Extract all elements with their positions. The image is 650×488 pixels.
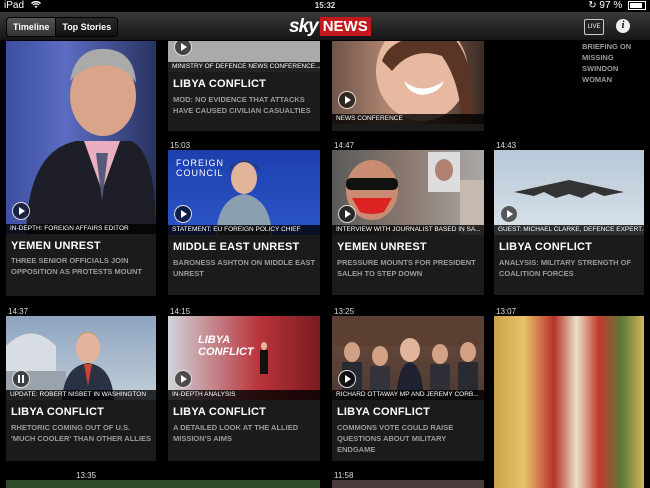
tab-timeline[interactable]: Timeline — [7, 18, 56, 36]
story-headline: YEMEN UNREST — [11, 240, 101, 252]
story-time: 15:03 — [170, 141, 191, 150]
timeline-grid: IN-DEPTH: FOREIGN AFFAIRS EDITOR YEMEN U… — [0, 41, 650, 488]
parliament-image — [332, 316, 484, 400]
view-segmented-control: Timeline Top Stories — [6, 17, 119, 37]
orientation-lock-icon: ↻ — [588, 0, 597, 11]
story-card[interactable]: UPDATE: ROBERT NISBET IN WASHINGTON LIBY… — [6, 316, 156, 461]
stealth-bomber-image — [514, 180, 624, 198]
battery-icon — [628, 0, 646, 10]
story-description: MOD: NO EVIDENCE THAT ATTACKS HAVE CAUSE… — [173, 95, 311, 115]
play-icon[interactable] — [174, 41, 192, 56]
story-description: ANALYSIS: MILITARY STRENGTH OF COALITION… — [499, 258, 632, 278]
status-bar: iPad 15:32 ↻ 97 % — [0, 0, 650, 12]
story-thumbnail: MINISTRY OF DEFENCE NEWS CONFERENCE... — [168, 41, 320, 72]
story-thumbnail: IN-DEPTH: FOREIGN AFFAIRS EDITOR — [6, 41, 156, 234]
story-thumbnail: INTERVIEW WITH JOURNALIST BASED IN SA... — [332, 150, 484, 235]
story-thumbnail: NEWS CONFERENCE — [332, 41, 484, 124]
nav-bar: Timeline Top Stories sky NEWS LIVE i — [0, 12, 650, 41]
video-caption: NEWS CONFERENCE — [332, 114, 484, 124]
protester-image — [346, 152, 484, 235]
battery-status: ↻ 97 % — [588, 0, 646, 12]
info-icon[interactable]: i — [616, 19, 630, 33]
council-backdrop-text: FOREIGN COUNCIL — [176, 158, 225, 178]
video-caption: UPDATE: ROBERT NISBET IN WASHINGTON — [6, 390, 156, 400]
libya-conflict-graphic-text: LIBYA CONFLICT — [198, 334, 254, 358]
video-caption: IN-DEPTH ANALYSIS — [168, 390, 320, 400]
story-time: 14:37 — [8, 307, 29, 316]
story-description: BRIEFING ON MISSING SWINDON WOMAN — [582, 42, 632, 84]
video-caption: MINISTRY OF DEFENCE NEWS CONFERENCE... — [168, 62, 320, 72]
story-card[interactable] — [332, 480, 484, 488]
story-thumbnail: FOREIGN COUNCIL STATEMENT: EU FOREIGN PO… — [168, 150, 320, 235]
video-caption: GUEST: MICHAEL CLARKE, DEFENCE EXPERT... — [494, 225, 644, 235]
play-icon[interactable] — [174, 370, 192, 388]
studio-presenter-image — [260, 342, 268, 374]
story-card[interactable]: IN-DEPTH: FOREIGN AFFAIRS EDITOR YEMEN U… — [6, 41, 156, 296]
story-card[interactable]: RICHARD OTTAWAY MP AND JEREMY CORB... LI… — [332, 316, 484, 461]
story-time: 13:07 — [496, 307, 517, 316]
story-headline: YEMEN UNREST — [337, 241, 427, 253]
story-card[interactable] — [6, 480, 320, 488]
tab-top-stories[interactable]: Top Stories — [55, 18, 118, 36]
story-card[interactable] — [494, 316, 644, 488]
pause-icon[interactable] — [12, 370, 30, 388]
story-time: 13:35 — [76, 471, 97, 480]
story-headline: LIBYA CONFLICT — [11, 406, 105, 418]
flags-image — [494, 316, 644, 488]
story-time: 11:58 — [334, 471, 354, 480]
story-headline: MIDDLE EAST UNREST — [173, 241, 300, 253]
story-headline: LIBYA CONFLICT — [337, 406, 431, 418]
live-tv-button[interactable]: LIVE — [584, 19, 604, 35]
story-time: 14:43 — [496, 141, 517, 150]
video-caption: INTERVIEW WITH JOURNALIST BASED IN SA... — [332, 225, 484, 235]
story-description: PRESSURE MOUNTS FOR PRESIDENT SALEH TO S… — [337, 258, 476, 278]
story-thumbnail: GUEST: MICHAEL CLARKE, DEFENCE EXPERT... — [494, 150, 644, 235]
story-card[interactable]: GUEST: MICHAEL CLARKE, DEFENCE EXPERT...… — [494, 150, 644, 295]
status-time: 15:32 — [314, 1, 336, 10]
play-icon[interactable] — [338, 370, 356, 388]
play-icon[interactable] — [174, 205, 192, 223]
story-headline: LIBYA CONFLICT — [499, 241, 593, 253]
battery-percent: 97 % — [599, 0, 623, 11]
play-icon[interactable] — [12, 202, 30, 220]
play-icon[interactable] — [500, 205, 518, 223]
story-card[interactable]: NEWS CONFERENCE — [332, 41, 484, 131]
story-headline: LIBYA CONFLICT — [173, 78, 267, 90]
story-description: COMMONS VOTE COULD RAISE QUESTIONS ABOUT… — [337, 423, 454, 454]
story-thumbnail: LIBYA CONFLICT IN-DEPTH ANALYSIS — [168, 316, 320, 400]
story-card[interactable]: FOREIGN COUNCIL STATEMENT: EU FOREIGN PO… — [168, 150, 320, 295]
story-card[interactable]: INTERVIEW WITH JOURNALIST BASED IN SA...… — [332, 150, 484, 295]
story-card[interactable]: LIBYA CONFLICT IN-DEPTH ANALYSIS LIBYA C… — [168, 316, 320, 461]
story-description: RHETORIC COMING OUT OF U.S. 'MUCH COOLER… — [11, 423, 151, 443]
play-icon[interactable] — [338, 205, 356, 223]
story-headline: LIBYA CONFLICT — [173, 406, 267, 418]
play-icon[interactable] — [338, 91, 356, 109]
video-caption: RICHARD OTTAWAY MP AND JEREMY CORB... — [332, 390, 484, 400]
story-time: 13:25 — [334, 307, 355, 316]
sky-news-logo: sky NEWS — [289, 16, 371, 37]
story-time: 14:15 — [170, 307, 191, 316]
story-description: BARONESS ASHTON ON MIDDLE EAST UNREST — [173, 258, 316, 278]
story-time: 14:47 — [334, 141, 355, 150]
video-caption: IN-DEPTH: FOREIGN AFFAIRS EDITOR — [6, 224, 156, 234]
video-caption: STATEMENT: EU FOREIGN POLICY CHIEF — [168, 225, 320, 235]
woman-photo — [376, 41, 473, 124]
story-description: A DETAILED LOOK AT THE ALLIED MISSION'S … — [173, 423, 299, 443]
story-thumbnail: RICHARD OTTAWAY MP AND JEREMY CORB... — [332, 316, 484, 400]
washington-reporter-image — [6, 332, 114, 400]
story-card[interactable]: BRIEFING ON MISSING SWINDON WOMAN — [494, 41, 644, 131]
story-thumbnail: UPDATE: ROBERT NISBET IN WASHINGTON — [6, 316, 156, 400]
story-description: THREE SENIOR OFFICIALS JOIN OPPOSITION A… — [11, 256, 142, 276]
story-card[interactable]: MINISTRY OF DEFENCE NEWS CONFERENCE... L… — [168, 41, 320, 131]
